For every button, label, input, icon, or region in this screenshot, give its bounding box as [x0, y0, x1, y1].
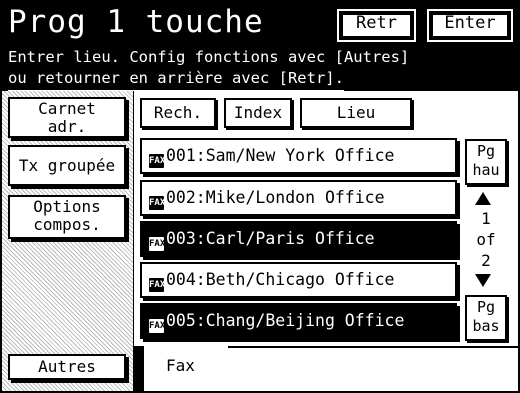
list-item[interactable]: FAX001:Sam/New York Office [140, 138, 457, 174]
fax-icon: FAX [148, 153, 165, 169]
location-button[interactable]: Lieu [300, 98, 412, 128]
fax-icon: FAX [148, 236, 165, 252]
instruction-line-1: Entrer lieu. Config fonctions avec [Autr… [8, 48, 410, 66]
other-button[interactable]: Autres [8, 354, 126, 380]
page-indicator: 1 of 2 [476, 209, 496, 270]
address-book-button[interactable]: Carnet adr. [8, 97, 126, 138]
instructions: Entrer lieu. Config fonctions avec [Autr… [8, 47, 409, 91]
tab-bar-fill [228, 348, 518, 391]
fax-icon: FAX [148, 277, 165, 293]
fax-icon: FAX [148, 318, 165, 334]
entry-label: 002:Mike/London Office [166, 188, 385, 207]
search-button[interactable]: Rech. [140, 98, 216, 128]
arrow-down-icon [475, 274, 491, 287]
retr-button[interactable]: Retr [337, 9, 416, 42]
tab-fax[interactable]: Fax [144, 344, 228, 391]
entry-label: 005:Chang/Beijing Office [166, 311, 405, 330]
page-down-button[interactable]: Pg bas [465, 295, 507, 341]
enter-button-frame [431, 13, 509, 38]
retr-button-frame [341, 13, 412, 38]
list-item[interactable]: FAX004:Beth/Chicago Office [140, 262, 457, 298]
index-button[interactable]: Index [224, 98, 292, 128]
instruction-line-2: ou retourner en arrière avec [Retr]. [8, 68, 344, 91]
page-title: Prog 1 touche [8, 4, 264, 40]
page-up-button[interactable]: Pg hau [465, 139, 507, 185]
entry-label: 003:Carl/Paris Office [166, 229, 375, 248]
screen: Prog 1 touche Retr Enter Entrer lieu. Co… [0, 0, 520, 393]
list-item[interactable]: FAX005:Chang/Beijing Office [140, 303, 457, 339]
sidebar: Carnet adr. Tx groupée Options compos. A… [2, 91, 134, 391]
list-item[interactable]: FAX003:Carl/Paris Office [140, 221, 457, 257]
list-item[interactable]: FAX002:Mike/London Office [140, 180, 457, 216]
header-bar: Prog 1 touche Retr Enter Entrer lieu. Co… [2, 2, 518, 91]
entry-label: 001:Sam/New York Office [166, 146, 395, 165]
group-tx-button[interactable]: Tx groupée [8, 145, 126, 186]
enter-button[interactable]: Enter [427, 9, 513, 42]
entry-label: 004:Beth/Chicago Office [166, 270, 395, 289]
function-tab-bar: Fax [134, 344, 518, 391]
arrow-up-icon [475, 192, 491, 205]
destination-list-panel: Rech. Index Lieu FAX001:Sam/New York Off… [134, 91, 518, 346]
dial-options-button[interactable]: Options compos. [8, 195, 126, 239]
fax-icon: FAX [148, 195, 165, 211]
